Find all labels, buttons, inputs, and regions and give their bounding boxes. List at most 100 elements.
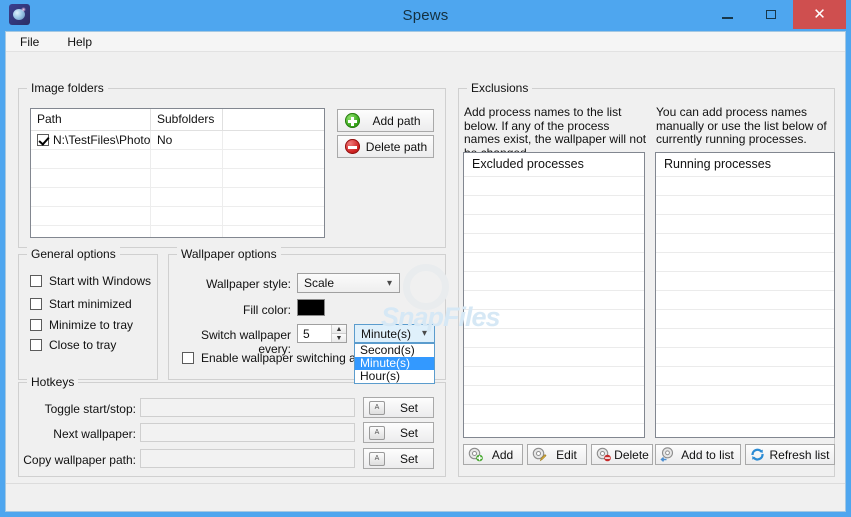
list-item[interactable] bbox=[656, 367, 834, 386]
refresh-list-button[interactable]: Refresh list bbox=[745, 444, 835, 465]
menu-item-help[interactable]: Help bbox=[63, 33, 96, 51]
gear-edit-icon bbox=[532, 447, 547, 462]
wallpaper-options-legend: Wallpaper options bbox=[177, 247, 281, 261]
delete-path-button[interactable]: Delete path bbox=[337, 135, 434, 158]
maximize-button[interactable] bbox=[749, 0, 793, 29]
list-item[interactable] bbox=[464, 253, 644, 272]
table-row[interactable] bbox=[31, 226, 324, 237]
list-item[interactable] bbox=[464, 386, 644, 405]
gear-arrow-icon bbox=[660, 447, 675, 462]
start-minimized-checkbox[interactable] bbox=[30, 298, 42, 310]
exclusion-delete-button[interactable]: Delete bbox=[591, 444, 653, 465]
gear-add-icon bbox=[468, 447, 483, 462]
general-options-legend: General options bbox=[27, 247, 120, 261]
hotkey-next-set-label: Set bbox=[399, 425, 418, 440]
dropdown-option-hours[interactable]: Hour(s) bbox=[355, 369, 434, 383]
list-item[interactable] bbox=[656, 291, 834, 310]
delete-path-label: Delete path bbox=[365, 139, 428, 154]
close-button[interactable]: ✕ bbox=[793, 0, 846, 29]
switch-interval-stepper[interactable]: 5 ▲ ▼ bbox=[297, 324, 347, 343]
hotkey-next-set-button[interactable]: A Set bbox=[363, 422, 434, 443]
stepper-down-icon[interactable]: ▼ bbox=[332, 334, 346, 342]
wallpaper-style-select[interactable]: Scale ▾ bbox=[297, 273, 400, 293]
add-to-list-button[interactable]: Add to list bbox=[655, 444, 741, 465]
table-row[interactable] bbox=[31, 150, 324, 169]
add-path-button[interactable]: Add path bbox=[337, 109, 434, 132]
list-item[interactable] bbox=[656, 253, 834, 272]
hotkey-copy-input[interactable] bbox=[140, 449, 355, 468]
column-header-extra bbox=[223, 109, 324, 130]
table-row[interactable]: N:\TestFiles\Photos No bbox=[31, 131, 324, 150]
hotkeys-legend: Hotkeys bbox=[27, 375, 79, 389]
exclusion-edit-button[interactable]: Edit bbox=[527, 444, 587, 465]
checkbox-start-minimized[interactable]: Start minimized bbox=[30, 297, 132, 311]
list-item[interactable] bbox=[464, 272, 644, 291]
checkbox-start-with-windows[interactable]: Start with Windows bbox=[30, 274, 151, 288]
start-minimized-label: Start minimized bbox=[49, 297, 132, 311]
checkbox-close-to-tray[interactable]: Close to tray bbox=[30, 338, 116, 352]
table-row[interactable] bbox=[31, 207, 324, 226]
list-item[interactable] bbox=[464, 177, 644, 196]
minimize-button[interactable] bbox=[705, 0, 749, 29]
hotkey-copy-set-button[interactable]: A Set bbox=[363, 448, 434, 469]
wallpaper-style-label: Wallpaper style: bbox=[206, 277, 291, 291]
hotkey-next-label: Next wallpaper: bbox=[53, 427, 136, 441]
add-circle-icon bbox=[345, 113, 360, 128]
row-path-cell: N:\TestFiles\Photos bbox=[31, 131, 151, 149]
close-to-tray-label: Close to tray bbox=[49, 338, 117, 352]
list-item[interactable] bbox=[656, 310, 834, 329]
interval-unit-select[interactable]: Minute(s) ▾ bbox=[354, 324, 435, 343]
list-item[interactable] bbox=[464, 310, 644, 329]
row-subfolders-cell bbox=[151, 150, 223, 168]
list-item[interactable] bbox=[656, 386, 834, 405]
list-item[interactable] bbox=[464, 196, 644, 215]
list-item[interactable] bbox=[464, 405, 644, 424]
list-item[interactable] bbox=[656, 424, 834, 437]
hotkey-toggle-input[interactable] bbox=[140, 398, 355, 417]
minimize-to-tray-checkbox[interactable] bbox=[30, 319, 42, 331]
list-item[interactable] bbox=[464, 367, 644, 386]
row-enabled-checkbox[interactable] bbox=[37, 134, 49, 146]
list-item[interactable] bbox=[464, 424, 644, 437]
client-area: File Help SnapFiles Image folders Path S… bbox=[5, 31, 846, 512]
image-folders-grid[interactable]: Path Subfolders N:\TestFiles\Photos No bbox=[30, 108, 325, 238]
hotkey-copy-set-label: Set bbox=[399, 451, 418, 466]
start-with-windows-checkbox[interactable] bbox=[30, 275, 42, 287]
list-item[interactable] bbox=[464, 215, 644, 234]
row-extra-cell bbox=[223, 207, 324, 225]
list-item[interactable] bbox=[656, 348, 834, 367]
list-item[interactable] bbox=[656, 196, 834, 215]
list-item[interactable] bbox=[464, 329, 644, 348]
hotkey-next-input[interactable] bbox=[140, 423, 355, 442]
list-item[interactable] bbox=[464, 291, 644, 310]
list-item[interactable] bbox=[656, 215, 834, 234]
start-with-windows-label: Start with Windows bbox=[49, 274, 152, 288]
list-item[interactable] bbox=[656, 405, 834, 424]
keyboard-key-icon: A bbox=[369, 451, 385, 466]
startup-switching-checkbox[interactable] bbox=[182, 352, 194, 364]
menu-item-file[interactable]: File bbox=[16, 33, 43, 51]
exclusion-delete-label: Delete bbox=[614, 447, 649, 462]
refresh-icon bbox=[750, 447, 765, 462]
interval-unit-dropdown[interactable]: Second(s) Minute(s) Hour(s) bbox=[354, 343, 435, 384]
list-item[interactable] bbox=[464, 348, 644, 367]
close-to-tray-checkbox[interactable] bbox=[30, 339, 42, 351]
table-row[interactable] bbox=[31, 169, 324, 188]
hotkey-toggle-set-label: Set bbox=[399, 400, 418, 415]
list-item[interactable] bbox=[464, 234, 644, 253]
hotkey-toggle-set-button[interactable]: A Set bbox=[363, 397, 434, 418]
stepper-up-icon[interactable]: ▲ bbox=[332, 325, 346, 334]
exclusion-add-button[interactable]: Add bbox=[463, 444, 523, 465]
excluded-processes-list[interactable]: Excluded processes bbox=[463, 152, 645, 438]
table-row[interactable] bbox=[31, 188, 324, 207]
list-item[interactable] bbox=[656, 272, 834, 291]
stepper-buttons[interactable]: ▲ ▼ bbox=[331, 325, 346, 342]
list-item[interactable] bbox=[656, 177, 834, 196]
menu-bar: File Help bbox=[6, 32, 845, 52]
fill-color-swatch[interactable] bbox=[297, 299, 325, 316]
list-item[interactable] bbox=[656, 234, 834, 253]
checkbox-minimize-to-tray[interactable]: Minimize to tray bbox=[30, 318, 133, 332]
switch-interval-value[interactable]: 5 bbox=[298, 325, 331, 342]
list-item[interactable] bbox=[656, 329, 834, 348]
running-processes-list[interactable]: Running processes bbox=[655, 152, 835, 438]
